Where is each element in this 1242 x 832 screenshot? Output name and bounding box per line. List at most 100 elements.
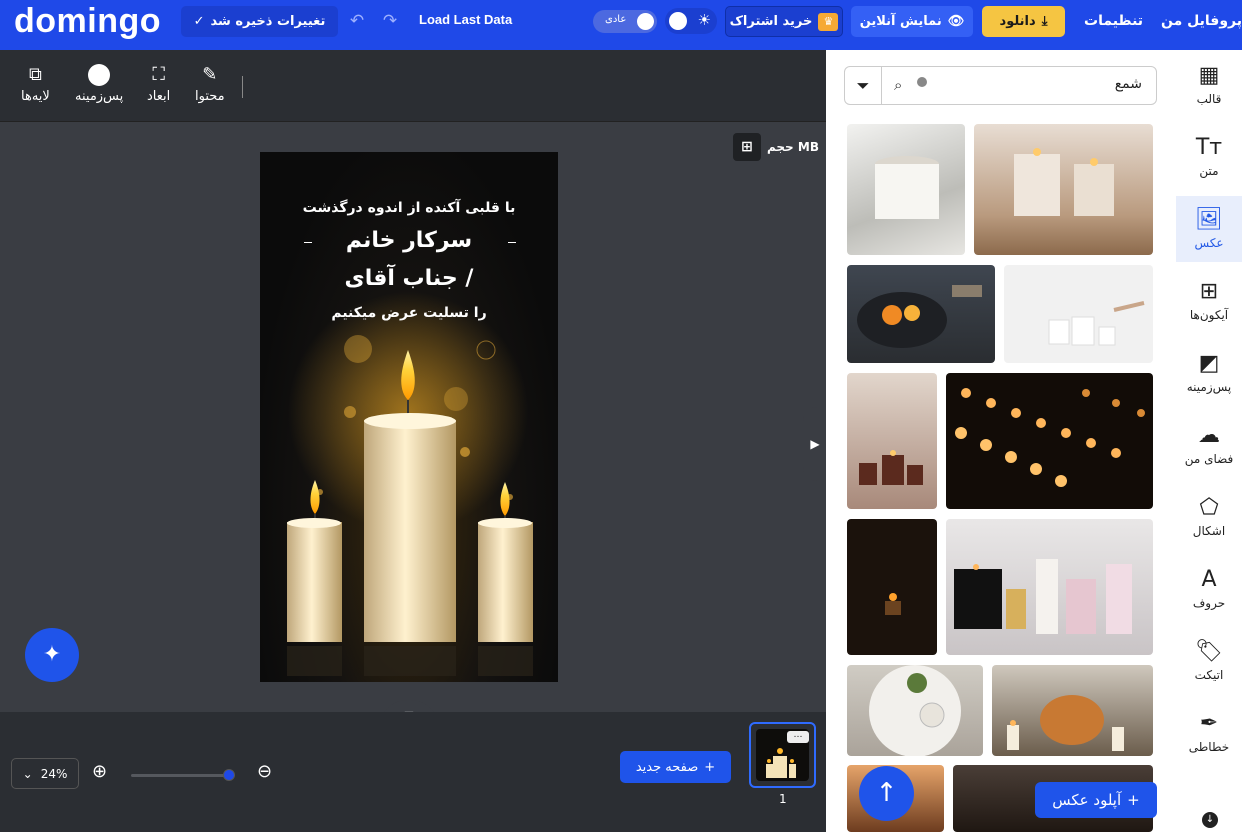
settings-link[interactable]: تنظیمات bbox=[1084, 13, 1143, 29]
photo-result[interactable] bbox=[974, 124, 1153, 255]
mode-toggle-label: عادی bbox=[605, 14, 627, 25]
magic-wand-icon: ✦ bbox=[42, 642, 62, 667]
mode-toggle[interactable]: عادی bbox=[593, 10, 657, 33]
rail-item-label: اشکال bbox=[1192, 524, 1226, 538]
layers-tool[interactable]: ⧉ لایه‌ها bbox=[21, 64, 50, 104]
layers-tool-label: لایه‌ها bbox=[21, 89, 50, 104]
zoom-out-icon[interactable]: ⊖ bbox=[257, 761, 272, 782]
zoom-slider-knob[interactable] bbox=[223, 769, 235, 781]
rail-scroll-down-icon[interactable]: ↓ bbox=[1202, 812, 1218, 828]
check-icon: ✓ bbox=[193, 14, 205, 29]
text-icon: Tт bbox=[1195, 135, 1223, 160]
top-bar: domingo ✓ تغییرات ذخیره شد ↶ ↷ Load Last… bbox=[0, 0, 1242, 50]
rail-item-label: خطاطی bbox=[1188, 740, 1230, 754]
photo-result[interactable] bbox=[847, 519, 937, 655]
image-icon: 🖼 bbox=[1195, 207, 1223, 232]
plus-icon: + bbox=[704, 759, 716, 775]
chevron-right-icon: ▶ bbox=[810, 437, 820, 451]
rail-item[interactable]: ◩ پس‌زمینه bbox=[1176, 340, 1242, 406]
rail-item-label: قالب bbox=[1196, 92, 1222, 106]
poster-line-1[interactable]: با قلبی آکنده از اندوه درگذشت bbox=[260, 200, 558, 216]
chevron-down-icon: ⌄ bbox=[22, 766, 33, 781]
photo-result[interactable] bbox=[1004, 265, 1153, 363]
rail-item[interactable]: ⬠ اشکال bbox=[1176, 484, 1242, 550]
load-last-data-link[interactable]: Load Last Data bbox=[419, 12, 512, 27]
live-preview-label: نمایش آنلاین bbox=[859, 14, 942, 29]
arrow-up-icon: ↑ bbox=[875, 778, 898, 808]
rail-item-label: حروف bbox=[1192, 596, 1226, 610]
background-tool-label: پس‌زمینه bbox=[75, 89, 124, 104]
tools-rail: ▦ قالب Tт متن 🖼 عکس ⊞ آیکون‌ها ◩ پس‌زمینه ☁ فضای من… bbox=[1176, 50, 1242, 832]
saved-status-label: تغییرات ذخیره شد bbox=[210, 14, 326, 29]
rail-item[interactable]: ⊞ آیکون‌ها bbox=[1176, 268, 1242, 334]
pencil-icon: ✎ bbox=[202, 64, 218, 85]
toolbar-divider bbox=[242, 76, 243, 98]
app-logo[interactable]: domingo bbox=[14, 2, 161, 41]
redo-icon[interactable]: ↷ bbox=[379, 10, 401, 32]
zoom-select[interactable]: ⌄ 24% bbox=[11, 758, 79, 789]
design-poster[interactable]: با قلبی آکنده از اندوه درگذشت سرکار خانم… bbox=[260, 152, 558, 682]
cloud-upload-icon: ☁ bbox=[1198, 423, 1220, 448]
poster-line-4[interactable]: را تسلیت عرض میکنیم bbox=[260, 305, 558, 321]
zoom-in-icon[interactable]: ⊕ bbox=[92, 761, 107, 782]
clear-search-icon[interactable] bbox=[917, 77, 927, 87]
scroll-top-button[interactable]: ↑ bbox=[859, 766, 914, 821]
photo-result[interactable] bbox=[992, 665, 1153, 756]
photo-result[interactable] bbox=[847, 665, 983, 756]
photo-result[interactable] bbox=[946, 373, 1153, 509]
page-more-icon[interactable]: … bbox=[787, 731, 809, 743]
rail-item[interactable]: A حروف bbox=[1176, 556, 1242, 622]
eye-icon: 👁 bbox=[947, 14, 965, 29]
layers-icon: ⧉ bbox=[28, 64, 42, 85]
download-button[interactable]: دانلود ⤓ bbox=[982, 6, 1065, 37]
background-tool[interactable]: پس‌زمینه bbox=[75, 64, 123, 104]
grid-icon: ⊞ bbox=[1199, 279, 1219, 304]
rail-item[interactable]: ✒ خطاطی bbox=[1176, 700, 1242, 766]
photo-result[interactable] bbox=[847, 124, 965, 255]
download-label: دانلود bbox=[999, 14, 1036, 29]
subscribe-label: خرید اشتراک bbox=[729, 14, 813, 29]
file-size-indicator: ⊞ حجم MB bbox=[733, 133, 819, 161]
download-icon: ⤓ bbox=[1041, 14, 1048, 29]
background-icon: ◩ bbox=[1198, 351, 1220, 376]
search-input[interactable]: شمع bbox=[1115, 76, 1142, 92]
magic-wand-button[interactable]: ✦ bbox=[25, 628, 79, 682]
photo-result[interactable] bbox=[847, 373, 937, 509]
dimensions-tool[interactable]: ⛶ ابعاد bbox=[147, 64, 170, 104]
file-size-label: حجم MB bbox=[767, 140, 819, 154]
calculator-icon[interactable]: ⊞ bbox=[733, 133, 761, 161]
poster-line-3[interactable]: / جناب آقای bbox=[260, 266, 558, 291]
saved-status-button[interactable]: ✓ تغییرات ذخیره شد bbox=[181, 6, 338, 37]
undo-icon[interactable]: ↶ bbox=[346, 10, 368, 32]
theme-toggle-knob bbox=[669, 12, 687, 30]
content-tool-label: محتوا bbox=[195, 89, 225, 104]
photo-result[interactable] bbox=[847, 265, 995, 363]
rail-item-label: فضای من bbox=[1184, 452, 1234, 466]
plus-icon: + bbox=[1127, 791, 1140, 809]
zoom-value: 24% bbox=[40, 766, 68, 781]
poster-line-2[interactable]: سرکار خانم bbox=[260, 228, 558, 253]
filter-icon[interactable]: ⏷ bbox=[845, 67, 882, 104]
content-tool[interactable]: ✎ محتوا bbox=[195, 64, 225, 104]
zoom-slider[interactable] bbox=[131, 769, 235, 781]
search-icon[interactable]: ⌕ bbox=[894, 76, 902, 94]
photo-result[interactable] bbox=[946, 519, 1153, 655]
photo-search-box[interactable]: ⏷ ⌕ شمع bbox=[844, 66, 1157, 105]
page-thumbnail[interactable]: … bbox=[749, 722, 816, 788]
rail-item[interactable]: ▦ قالب bbox=[1176, 52, 1242, 118]
rail-item[interactable]: Tт متن bbox=[1176, 124, 1242, 190]
rail-item[interactable]: 🏷 اتیکت bbox=[1176, 628, 1242, 694]
tag-icon: 🏷 bbox=[1195, 639, 1223, 664]
subscribe-button[interactable]: خرید اشتراک ♛ bbox=[725, 6, 843, 37]
rail-item[interactable]: 🖼 عکس bbox=[1176, 196, 1242, 262]
live-preview-button[interactable]: نمایش آنلاین 👁 bbox=[851, 6, 973, 37]
collapse-panel-tab[interactable]: ▶ bbox=[803, 407, 827, 481]
upload-photo-label: آپلود عکس bbox=[1052, 791, 1122, 809]
theme-toggle[interactable]: ☀ bbox=[665, 8, 717, 34]
background-swatch-icon bbox=[88, 64, 111, 86]
new-page-button[interactable]: صفحه جدید + bbox=[620, 751, 731, 783]
upload-photo-button[interactable]: آپلود عکس + bbox=[1035, 782, 1157, 818]
new-page-label: صفحه جدید bbox=[635, 759, 699, 775]
profile-link[interactable]: پروفایل من bbox=[1161, 13, 1242, 29]
rail-item[interactable]: ☁ فضای من bbox=[1176, 412, 1242, 478]
